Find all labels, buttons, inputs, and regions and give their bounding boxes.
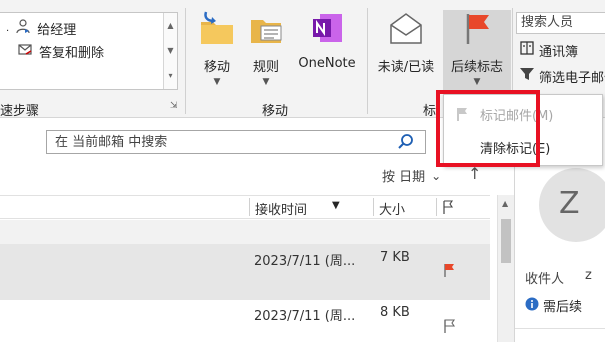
sort-label: 按 日期 (382, 170, 426, 185)
received-time: 2023/7/11 (周... (254, 254, 356, 269)
scroll-up-icon[interactable]: ▲ (502, 199, 508, 208)
unread-read-button[interactable]: 未读/已读 (372, 10, 440, 75)
quick-steps-gallery: . 给经理 答复和删除 ▲ ▼ ▾ (0, 12, 178, 90)
search-icon[interactable] (397, 133, 415, 155)
to-value[interactable]: z (585, 268, 592, 283)
quick-step-to-manager[interactable]: . 给经理 (6, 18, 76, 38)
rules-label: 规则 (252, 60, 279, 75)
chevron-down-icon: ▼ (262, 77, 270, 87)
group-separator (185, 8, 186, 114)
quick-step-label: 给经理 (37, 22, 77, 38)
message-list-header: 接收时间 ▼ 大小 (0, 195, 490, 219)
follow-up-label: 后续标志 (450, 60, 503, 75)
chevron-down-icon: ▼ (213, 77, 221, 87)
avatar-letter: Z (559, 186, 580, 221)
quick-steps-group-label: 速步骤 (0, 104, 40, 119)
move-button[interactable]: 移动 ▼ (194, 10, 240, 87)
message-size: 8 KB (380, 305, 410, 320)
move-group-label: 移动 (262, 104, 289, 119)
message-row[interactable]: 2023/7/11 (周... 8 KB (0, 300, 490, 342)
filter-email-label: 筛选电子邮件 (539, 70, 605, 86)
move-label: 移动 (203, 60, 230, 75)
filter-email-button[interactable]: 筛选电子邮件 (519, 66, 605, 86)
chevron-down-icon: ⌄ (431, 168, 442, 183)
search-people-placeholder: 搜索人员 (521, 15, 574, 30)
column-divider (249, 198, 250, 216)
filter-icon (519, 66, 535, 86)
message-row[interactable]: 2023/7/11 (周... 7 KB (0, 244, 490, 300)
received-time: 2023/7/11 (周... (254, 309, 356, 324)
message-list-scrollbar[interactable]: ▲ (497, 195, 514, 342)
expand-gallery-icon[interactable]: ▾ (164, 63, 177, 88)
address-book-button[interactable]: 通讯簿 (519, 40, 578, 60)
unread-read-label: 未读/已读 (377, 60, 435, 75)
scroll-down-icon[interactable]: ▼ (164, 38, 177, 63)
onenote-label: OneNote (298, 56, 356, 71)
flag-column-icon[interactable] (441, 199, 455, 219)
group-header-row[interactable] (0, 220, 490, 244)
column-divider (373, 198, 374, 216)
sort-by-control[interactable]: 按 日期 ⌄ (382, 166, 442, 186)
follow-up-button[interactable]: 后续标志 ▼ (443, 10, 511, 92)
info-text: 需后续 (543, 300, 583, 315)
move-folder-icon (198, 10, 236, 50)
quick-steps-scroller[interactable]: ▲ ▼ ▾ (163, 13, 177, 89)
quick-step-label: 答复和删除 (39, 45, 105, 61)
scroll-up-icon[interactable]: ▲ (164, 13, 177, 38)
tags-group-label: 标 (423, 104, 437, 119)
highlight-annotation (436, 90, 540, 167)
onenote-button[interactable]: OneNote (292, 10, 362, 71)
chevron-down-icon: ▼ (473, 77, 481, 87)
avatar: Z (539, 168, 605, 242)
envelope-open-icon (387, 10, 425, 50)
to-label: 收件人 (525, 272, 565, 287)
received-column-header[interactable]: 接收时间 (255, 199, 307, 218)
address-book-icon (519, 40, 535, 60)
column-divider (436, 198, 437, 216)
red-flag-icon[interactable] (442, 262, 456, 282)
group-separator (367, 8, 368, 114)
sort-desc-icon: ▼ (332, 200, 340, 211)
scroll-thumb[interactable] (501, 219, 511, 263)
quick-step-reply-delete[interactable]: 答复和删除 (6, 41, 104, 61)
mailbox-search-input[interactable] (47, 131, 367, 153)
divider (515, 328, 605, 329)
info-bar: 需后续 (525, 296, 582, 315)
bullet-icon: . (6, 22, 10, 34)
rules-button[interactable]: 规则 ▼ (246, 10, 286, 87)
outline-flag-icon[interactable] (442, 318, 456, 338)
mailbox-search-box[interactable] (46, 130, 426, 154)
dialog-launcher-icon[interactable]: ⇲ (170, 101, 178, 111)
onenote-icon (308, 10, 346, 50)
message-size: 7 KB (380, 250, 410, 265)
person-forward-icon (15, 18, 31, 38)
size-column-header[interactable]: 大小 (379, 199, 405, 218)
flag-icon (458, 10, 496, 50)
search-people-input[interactable]: 搜索人员 (516, 12, 605, 34)
info-icon (525, 297, 539, 315)
address-book-label: 通讯簿 (539, 44, 579, 60)
rules-icon (247, 10, 285, 50)
reply-delete-icon (17, 41, 33, 61)
